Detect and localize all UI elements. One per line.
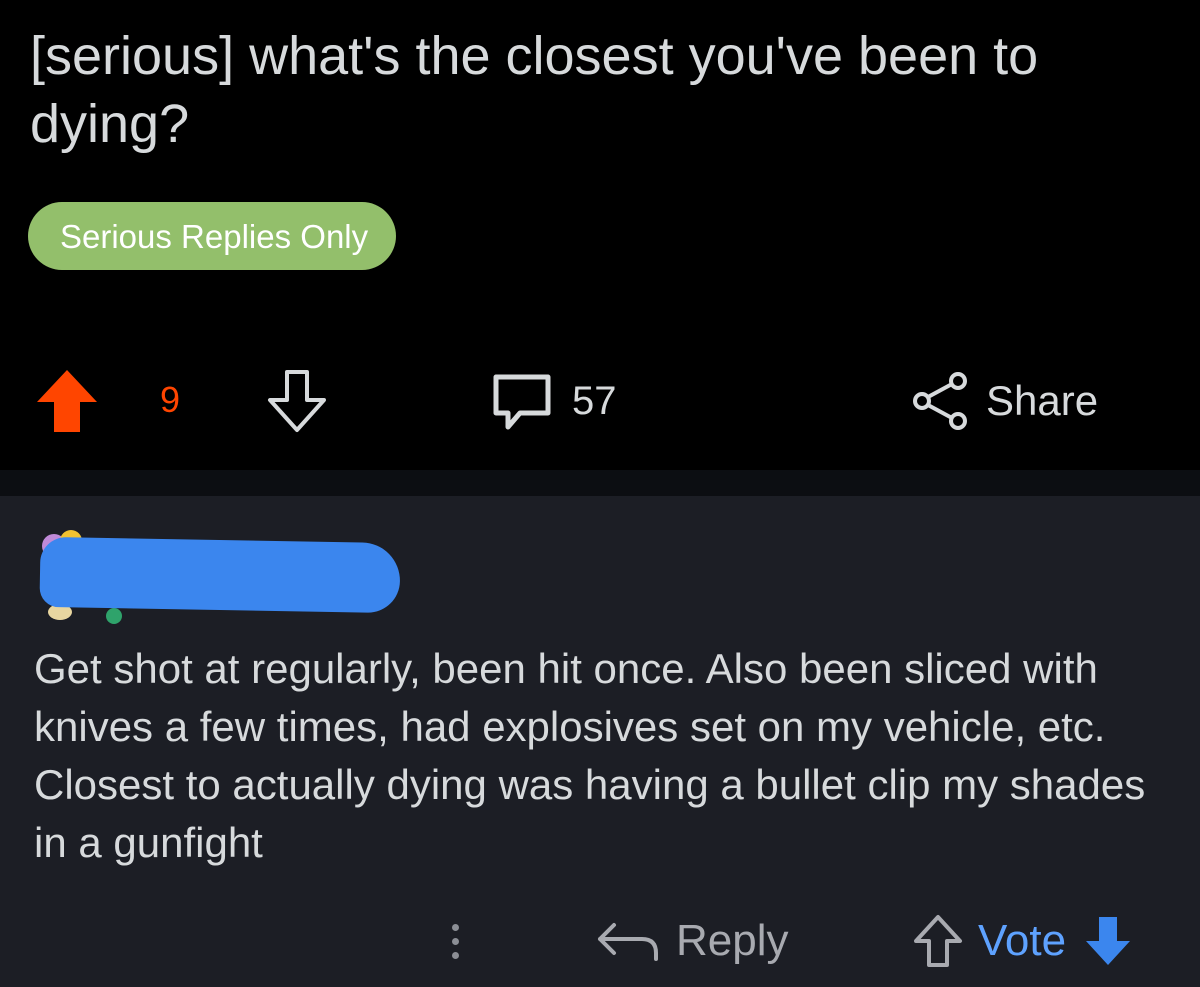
downvote-button[interactable] bbox=[262, 366, 332, 436]
share-label: Share bbox=[986, 377, 1099, 424]
more-dots-icon bbox=[451, 951, 459, 959]
serious-flair-badge[interactable]: Serious Replies Only bbox=[28, 202, 397, 270]
comment: 52m Get shot at regularly, been hit once… bbox=[0, 496, 1200, 987]
vote-down-icon[interactable] bbox=[1082, 913, 1134, 969]
comments-button[interactable]: 57 bbox=[490, 366, 670, 436]
reply-button[interactable]: Reply bbox=[596, 906, 789, 976]
comment-body: Get shot at regularly, been hit once. Al… bbox=[34, 645, 1146, 866]
share-icon bbox=[913, 372, 967, 430]
vote-up-icon[interactable] bbox=[912, 913, 964, 969]
comment-action-bar: Reply Vote bbox=[0, 906, 1200, 976]
reply-label: Reply bbox=[676, 916, 789, 965]
comment-count: 57 bbox=[572, 378, 617, 423]
post-action-bar: 9 57 Share bbox=[0, 350, 1200, 450]
comment-bubble-icon bbox=[493, 374, 551, 430]
section-divider bbox=[0, 470, 1200, 496]
avatar-detail bbox=[106, 608, 122, 624]
more-dots-icon bbox=[451, 923, 459, 931]
share-button[interactable]: Share bbox=[910, 366, 1150, 436]
reply-arrow-icon bbox=[598, 923, 658, 961]
more-dots-icon bbox=[451, 937, 459, 945]
upvote-button[interactable] bbox=[32, 366, 102, 436]
vote-control[interactable]: Vote bbox=[912, 906, 1134, 976]
more-options-button[interactable] bbox=[440, 906, 470, 976]
downvote-arrow-icon bbox=[268, 370, 326, 432]
upvote-arrow-icon bbox=[37, 370, 97, 432]
post-title[interactable]: [serious] what's the closest you've been… bbox=[30, 22, 1180, 158]
username-redaction bbox=[39, 536, 401, 614]
post-score: 9 bbox=[160, 379, 181, 420]
vote-label: Vote bbox=[978, 916, 1067, 965]
post: [serious] what's the closest you've been… bbox=[0, 0, 1200, 470]
